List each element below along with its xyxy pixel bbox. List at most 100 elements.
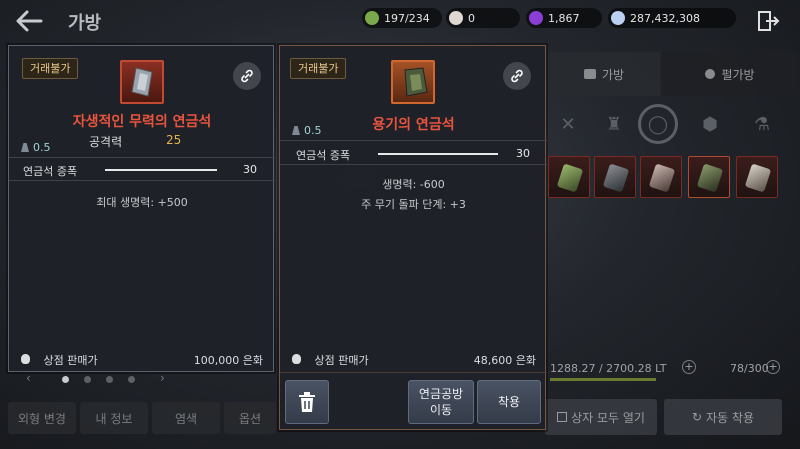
amp-label: 연금석 증폭 (23, 165, 78, 178)
currency-pearl-value: 0 (468, 11, 475, 25)
weight-icon (292, 126, 300, 135)
sell-price-row: 상점 판매가 (21, 352, 98, 368)
sell-price-value: 48,600 은화 (473, 354, 536, 367)
link-button[interactable] (233, 62, 261, 90)
nav-options[interactable]: 옵션 (224, 402, 276, 434)
link-button[interactable] (503, 62, 531, 90)
pearl-bag-icon (705, 69, 716, 79)
alchemy-lab-label-2: 이동 (429, 403, 453, 417)
money-bag-icon (21, 354, 30, 364)
item-tooltip-panel: 거래불가 용기의 연금석 0.5 연금석 증폭 30 생명력: -600 주 무… (279, 45, 547, 430)
stat-line: 주 무기 돌파 단계: +3 (361, 198, 466, 211)
amp-bar-fill (105, 169, 217, 171)
attack-label: 공격력 (89, 135, 123, 149)
amp-bar-fill (378, 153, 498, 155)
inventory-slot[interactable] (548, 156, 590, 198)
item-name: 자생적인 무력의 연금석 (72, 114, 212, 130)
currency-silver: 287,432,308 (608, 8, 736, 28)
page-dot[interactable] (84, 376, 91, 383)
equip-label: 착용 (497, 395, 521, 409)
currency-crystal-value: 1,867 (548, 11, 580, 25)
exit-icon[interactable] (756, 9, 780, 33)
pearl-icon (449, 11, 463, 25)
open-all-boxes-label: 상자 모두 열기 (571, 410, 645, 425)
back-arrow-icon[interactable] (14, 6, 46, 38)
alchemy-lab-button[interactable]: 연금공방 이동 (408, 380, 474, 424)
page-prev-icon[interactable]: ‹ (26, 371, 31, 385)
bag-icon (583, 69, 596, 79)
inventory-slot[interactable] (594, 156, 636, 198)
inventory-slot[interactable] (688, 156, 730, 198)
crystal-icon (529, 11, 543, 25)
divider (280, 140, 547, 141)
sell-price-label: 상점 판매가 (43, 354, 98, 367)
equip-button[interactable]: 착용 (477, 380, 541, 424)
alchemy-lab-label-1: 연금공방 (418, 387, 464, 401)
page-dot[interactable] (106, 376, 113, 383)
item-icon (120, 60, 164, 104)
amp-bar (105, 169, 217, 171)
trade-restricted-badge: 거래불가 (290, 58, 347, 79)
divider (9, 157, 275, 158)
category-potion-icon[interactable]: ⚗ (742, 104, 782, 144)
currency-energy-value: 197/234 (384, 11, 430, 25)
amp-bar (378, 153, 498, 155)
tab-bag[interactable]: 가방 (548, 52, 660, 96)
delete-button[interactable] (285, 380, 329, 424)
currency-energy: 197/234 (362, 8, 442, 28)
sell-price-value: 100,000 은화 (193, 354, 263, 367)
weight-bar (550, 378, 656, 381)
item-weight: 0.5 (21, 141, 51, 154)
page-next-icon[interactable]: › (160, 371, 165, 385)
item-weight-value: 0.5 (304, 124, 322, 137)
link-icon (241, 69, 253, 83)
stat-line: 생명력: -600 (382, 178, 445, 191)
page-dot[interactable] (128, 376, 135, 383)
item-icon (391, 60, 435, 104)
attack-value: 25 (166, 133, 182, 147)
item-weight: 0.5 (292, 124, 322, 137)
amp-label: 연금석 증폭 (296, 149, 351, 162)
divider (9, 180, 275, 181)
category-armor-icon[interactable]: ♜ (594, 104, 634, 144)
category-all-icon[interactable]: ✕ (548, 104, 588, 144)
category-accessory-icon[interactable]: ◯ (638, 104, 678, 144)
tab-pearl-bag-label: 펄가방 (721, 67, 755, 82)
add-slot-icon[interactable]: + (766, 360, 780, 374)
stat-line: 최대 생명력: +500 (96, 196, 188, 209)
link-icon (511, 69, 523, 83)
amp-value: 30 (516, 147, 530, 160)
page-title: 가방 (68, 13, 102, 34)
open-all-boxes-button[interactable]: 상자 모두 열기 (545, 399, 657, 435)
nav-dye[interactable]: 염색 (152, 402, 220, 434)
silver-icon (611, 11, 625, 25)
trade-restricted-badge: 거래불가 (22, 58, 79, 79)
box-icon (557, 412, 568, 422)
category-gem-icon[interactable]: ⬢ (690, 104, 730, 144)
trash-icon (299, 392, 315, 412)
item-tooltip-panel: 거래불가 자생적인 무력의 연금석 공격력 25 0.5 연금석 증폭 30 최… (8, 45, 275, 372)
tab-bag-label: 가방 (601, 67, 625, 82)
refresh-icon: ↻ (691, 410, 703, 424)
amp-value: 30 (243, 163, 257, 176)
money-bag-icon (292, 354, 301, 364)
slot-count: 78/300 (730, 362, 769, 375)
tab-pearl-bag[interactable]: 펄가방 (662, 52, 798, 96)
add-weight-icon[interactable]: + (682, 360, 696, 374)
weight-readout: 1288.27 / 2700.28 LT (550, 362, 667, 375)
weight-icon (21, 143, 29, 152)
currency-crystal: 1,867 (526, 8, 602, 28)
sell-price-row: 상점 판매가 (292, 352, 369, 368)
auto-equip-label: 자동 착용 (706, 410, 755, 425)
sell-price-label: 상점 판매가 (314, 354, 369, 367)
page-dot[interactable] (62, 376, 69, 383)
auto-equip-button[interactable]: ↻ 자동 착용 (664, 399, 782, 435)
item-weight-value: 0.5 (33, 141, 51, 154)
nav-my-info[interactable]: 내 정보 (80, 402, 148, 434)
inventory-slot[interactable] (640, 156, 682, 198)
inventory-slot[interactable] (736, 156, 778, 198)
currency-pearl: 0 (446, 8, 520, 28)
nav-appearance[interactable]: 외형 변경 (8, 402, 76, 434)
divider (280, 372, 547, 373)
energy-icon (365, 11, 379, 25)
